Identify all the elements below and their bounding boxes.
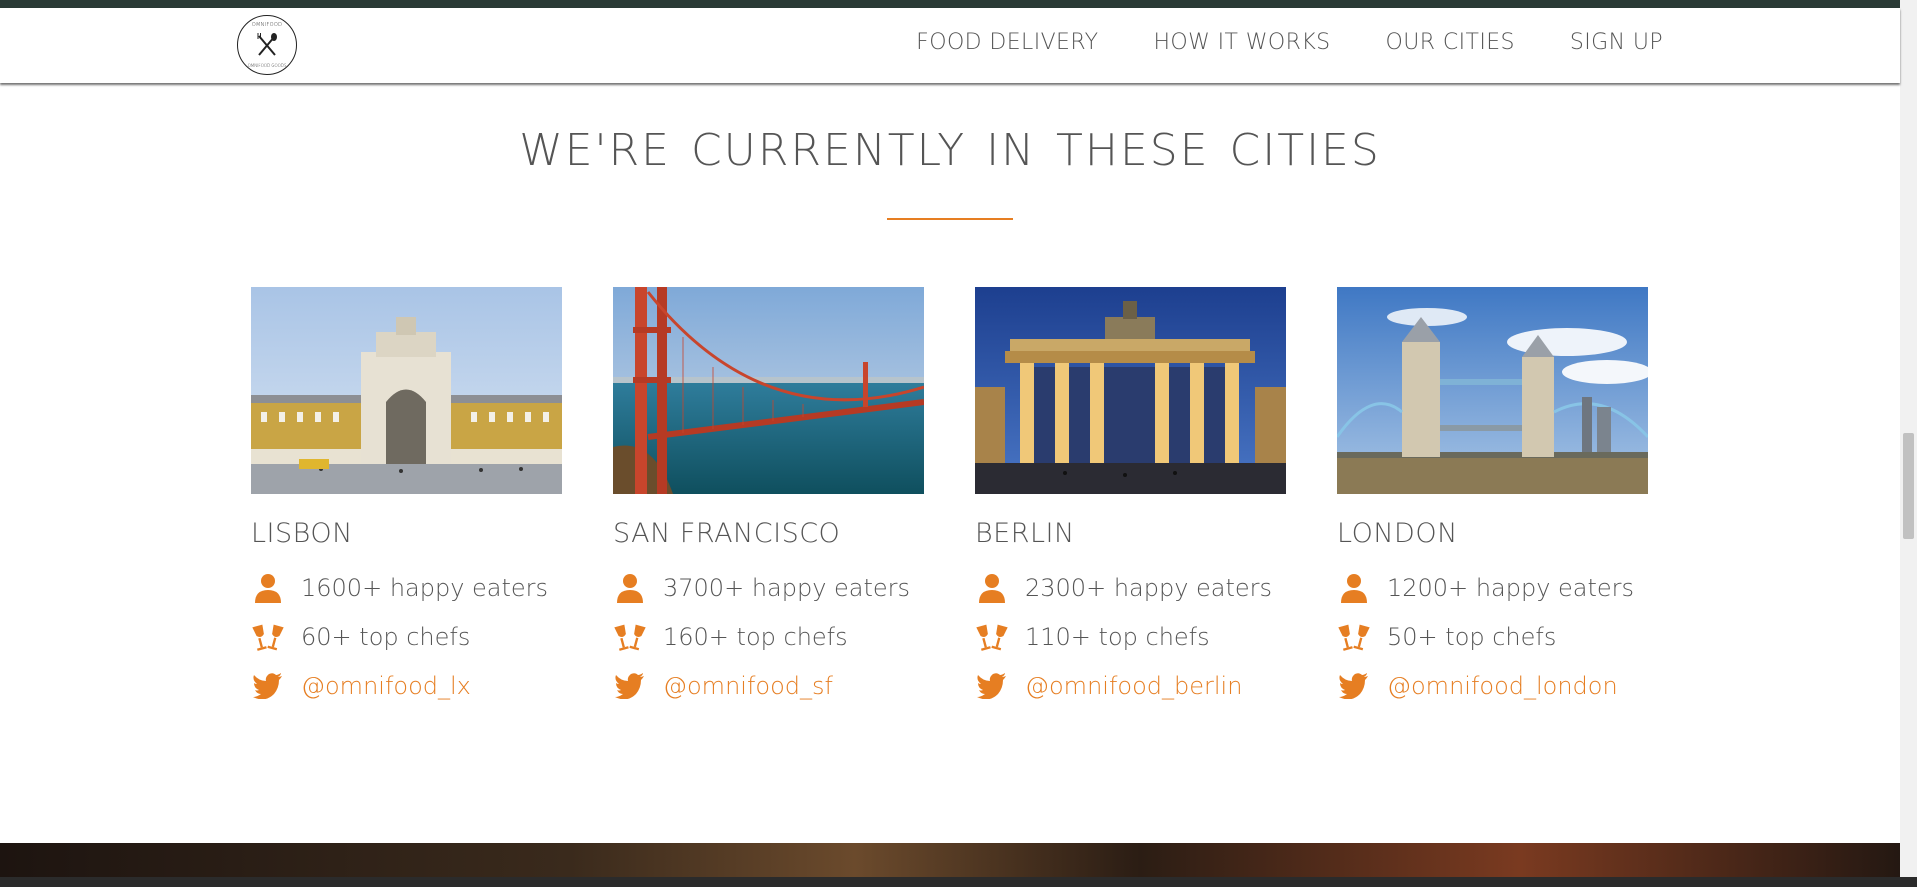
cities-row: LISBON 1600+ happy eaters 60+ top chefs … (251, 287, 1648, 710)
logo-text: OMNIFOOD (251, 22, 283, 28)
city-name: SAN FRANCISCO (613, 518, 841, 549)
twitter-icon (975, 669, 1009, 703)
san-francisco-photo (613, 287, 924, 494)
title-divider (887, 218, 1013, 220)
top-chefs-text: 60+ top chefs (301, 622, 471, 651)
wine-glasses-icon (251, 620, 285, 654)
wine-glasses-icon (975, 620, 1009, 654)
person-icon (251, 571, 285, 605)
person-icon (975, 571, 1009, 605)
city-card-san-francisco: SAN FRANCISCO 3700+ happy eaters 160+ to… (613, 287, 924, 710)
berlin-photo (975, 287, 1286, 494)
twitter-row: @omnifood_berlin (975, 661, 1286, 710)
vertical-scrollbar-thumb[interactable] (1903, 433, 1914, 539)
city-name: LISBON (251, 518, 353, 549)
top-chefs-text: 50+ top chefs (1387, 622, 1557, 651)
page: OMNIFOOD OMNIFOOD GOODS FOOD DELIVERY HO… (0, 0, 1917, 887)
nav-sign-up[interactable]: SIGN UP (1570, 30, 1663, 55)
twitter-link[interactable]: @omnifood_berlin (1025, 672, 1242, 700)
happy-eaters-row: 1600+ happy eaters (251, 563, 562, 612)
twitter-icon (613, 669, 647, 703)
top-chefs-text: 160+ top chefs (663, 622, 848, 651)
navbar: OMNIFOOD OMNIFOOD GOODS FOOD DELIVERY HO… (0, 8, 1900, 83)
fork-knife-icon (257, 33, 277, 56)
section-title: WE'RE CURRENTLY IN THESE CITIES (519, 125, 1381, 176)
bottom-window-bar (0, 877, 1917, 887)
top-chefs-row: 160+ top chefs (613, 612, 924, 661)
happy-eaters-text: 1600+ happy eaters (301, 573, 549, 602)
twitter-link[interactable]: @omnifood_lx (301, 672, 471, 700)
happy-eaters-row: 3700+ happy eaters (613, 563, 924, 612)
twitter-row: @omnifood_london (1337, 661, 1648, 710)
twitter-link[interactable]: @omnifood_london (1387, 672, 1618, 700)
city-card-lisbon: LISBON 1600+ happy eaters 60+ top chefs … (251, 287, 562, 710)
person-icon (1337, 571, 1371, 605)
nav-food-delivery[interactable]: FOOD DELIVERY (916, 30, 1098, 55)
top-chefs-row: 110+ top chefs (975, 612, 1286, 661)
city-card-london: LONDON 1200+ happy eaters 50+ top chefs … (1337, 287, 1648, 710)
happy-eaters-text: 3700+ happy eaters (663, 573, 911, 602)
wine-glasses-icon (1337, 620, 1371, 654)
happy-eaters-row: 1200+ happy eaters (1337, 563, 1648, 612)
city-card-berlin: BERLIN 2300+ happy eaters 110+ top chefs… (975, 287, 1286, 710)
twitter-icon (251, 669, 285, 703)
top-chefs-text: 110+ top chefs (1025, 622, 1210, 651)
twitter-row: @omnifood_lx (251, 661, 562, 710)
wine-glasses-icon (613, 620, 647, 654)
top-strip (0, 0, 1900, 8)
city-name: BERLIN (975, 518, 1075, 549)
nav-our-cities[interactable]: OUR CITIES (1386, 30, 1515, 55)
happy-eaters-text: 2300+ happy eaters (1025, 573, 1273, 602)
twitter-link[interactable]: @omnifood_sf (663, 672, 833, 700)
top-chefs-row: 50+ top chefs (1337, 612, 1648, 661)
top-chefs-row: 60+ top chefs (251, 612, 562, 661)
twitter-row: @omnifood_sf (613, 661, 924, 710)
main-nav: FOOD DELIVERY HOW IT WORKS OUR CITIES SI… (916, 8, 1663, 76)
nav-how-it-works[interactable]: HOW IT WORKS (1153, 30, 1330, 55)
logo-subtext: OMNIFOOD GOODS (247, 63, 287, 68)
london-photo (1337, 287, 1648, 494)
next-section-food-photo (0, 843, 1900, 879)
happy-eaters-row: 2300+ happy eaters (975, 563, 1286, 612)
city-name: LONDON (1337, 518, 1458, 549)
lisbon-photo (251, 287, 562, 494)
omnifood-logo[interactable]: OMNIFOOD OMNIFOOD GOODS (237, 15, 297, 75)
twitter-icon (1337, 669, 1371, 703)
person-icon (613, 571, 647, 605)
happy-eaters-text: 1200+ happy eaters (1387, 573, 1635, 602)
